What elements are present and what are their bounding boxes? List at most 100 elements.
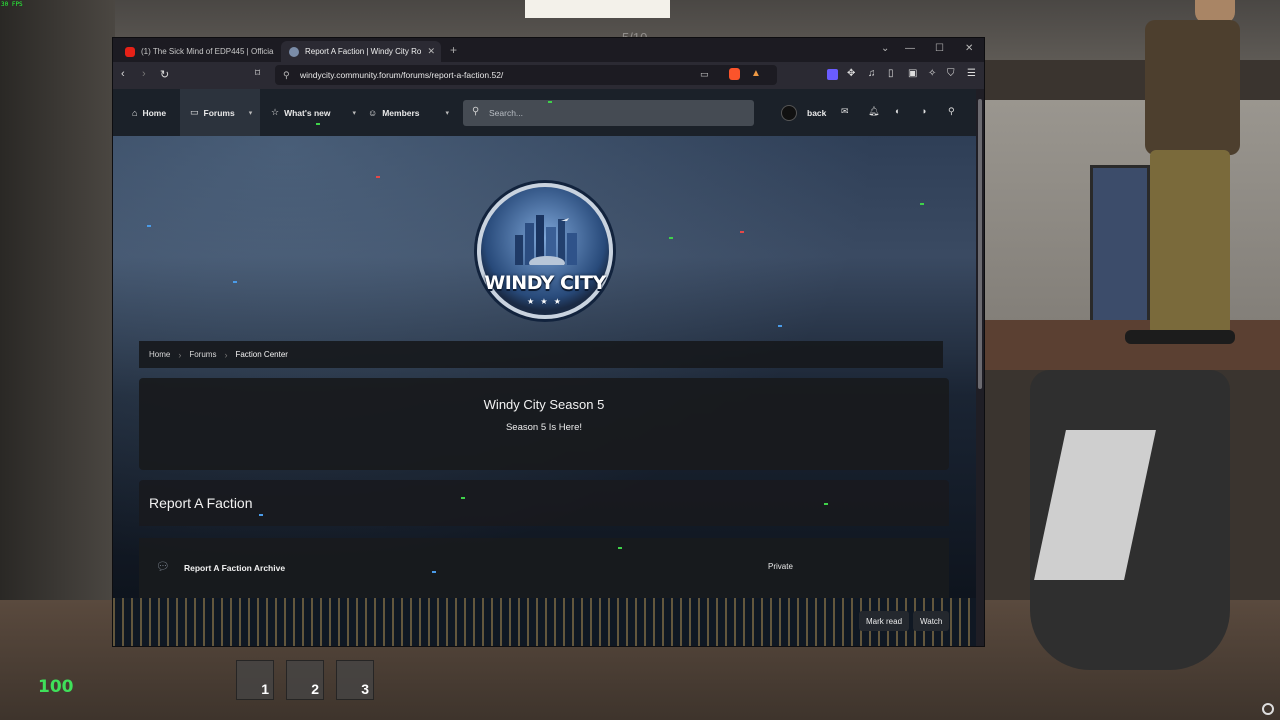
confetti (669, 237, 673, 239)
close-window-button[interactable]: ✕ (965, 43, 973, 54)
chevron-down-icon[interactable]: ▾ (249, 109, 253, 117)
settings-icon[interactable] (1262, 703, 1274, 715)
confetti (259, 514, 263, 516)
home-icon: ⌂ (132, 107, 138, 118)
hotbar-slot-number: 1 (261, 681, 269, 697)
forward-icon[interactable]: › (142, 68, 146, 80)
avatar (781, 104, 797, 121)
chevron-down-icon[interactable]: ▾ (446, 109, 450, 117)
confetti (778, 325, 782, 327)
search-icon[interactable]: ⚲ (948, 106, 955, 117)
search-icon: ⚲ (472, 106, 480, 117)
confetti (618, 547, 622, 549)
tab-youtube[interactable]: (1) The Sick Mind of EDP445 | Officia (117, 41, 277, 62)
brave-shields-icon[interactable] (729, 68, 740, 80)
nav-forums[interactable]: ▭ Forums ▾ (180, 89, 260, 136)
minimize-button[interactable]: — (905, 43, 915, 54)
new-tab-button[interactable]: + (450, 43, 457, 57)
maximize-button[interactable]: ☐ (935, 43, 944, 54)
nav-members-label: Members (382, 107, 420, 118)
breadcrumb-separator: › (178, 349, 182, 360)
page-scrollbar[interactable] (976, 89, 984, 646)
logo-stars: ★ ★ ★ (527, 297, 563, 306)
hotbar-slot-number: 2 (311, 681, 319, 697)
npc-legs (1150, 150, 1230, 335)
confetti (316, 123, 320, 125)
hotbar-slot-3[interactable]: 3 (336, 660, 374, 700)
scrollbar-thumb[interactable] (978, 99, 982, 389)
season-notice: Windy City Season 5 Season 5 Is Here! (139, 378, 949, 470)
confetti (461, 497, 465, 499)
chevron-down-icon[interactable]: ▾ (353, 109, 357, 117)
user-icon: ☺ (368, 107, 378, 118)
comments-icon: ▭ (190, 107, 199, 117)
city-lights (113, 598, 978, 646)
comments-icon: 💬︎ (156, 561, 170, 573)
page-title: Report A Faction (149, 495, 253, 511)
watch-button[interactable]: Watch (913, 611, 950, 631)
confetti (233, 281, 237, 283)
extensions-puzzle-icon[interactable]: ✥ (847, 68, 855, 79)
extension-icon[interactable] (827, 69, 838, 80)
subforum-row[interactable]: 💬︎ Report A Faction Archive Private (139, 538, 949, 598)
bookmark-icon[interactable]: ⌑ (255, 68, 260, 79)
subforum-status: Private (768, 562, 793, 571)
tab-title: (1) The Sick Mind of EDP445 | Officia (141, 47, 274, 56)
breadcrumb-forums[interactable]: Forums (189, 350, 216, 359)
breadcrumb: Home › Forums › Faction Center (139, 341, 943, 368)
url-text: windycity.community.forum/forums/report-… (300, 70, 504, 80)
youtube-icon (125, 46, 135, 57)
style-toggle-icon[interactable]: ◐ (895, 106, 900, 116)
user-menu[interactable]: back (781, 89, 826, 136)
nav-whats-new-label: What's new (284, 107, 331, 118)
media-icon[interactable]: ♫ (868, 68, 876, 79)
search-placeholder: Search... (489, 108, 524, 118)
nav-whats-new[interactable]: ☆ What's new ▾ (271, 89, 356, 136)
npc-torso (1145, 20, 1240, 155)
reload-icon[interactable]: ↻ (160, 68, 169, 81)
bell-icon[interactable]: 🔔︎ (868, 106, 879, 117)
confetti (548, 101, 552, 103)
breadcrumb-faction-center[interactable]: Faction Center (235, 350, 287, 359)
confetti (376, 176, 380, 178)
menu-icon[interactable]: ☰ (967, 68, 976, 79)
tab-list-chevron-icon[interactable]: ⌄ (881, 43, 889, 54)
cast-icon[interactable]: ▭ (700, 69, 709, 80)
confetti (740, 231, 744, 233)
breadcrumb-home[interactable]: Home (149, 350, 170, 359)
brave-rewards-icon[interactable]: ▲ (751, 68, 761, 79)
browser-window: (1) The Sick Mind of EDP445 | Officia Re… (112, 37, 985, 647)
confetti (147, 225, 151, 227)
inbox-icon[interactable]: ✉ (841, 106, 849, 117)
forum-nav-bar: ⌂ Home ▭ Forums ▾ ☆ What's new ▾ ☺ Membe… (113, 89, 978, 136)
vpn-icon[interactable]: ⛉ (947, 68, 955, 79)
windy-city-logo[interactable]: WINDY CITY ★ ★ ★ (477, 183, 613, 319)
mark-read-button[interactable]: Mark read (859, 611, 910, 631)
navigation-bar: ‹ › ↻ ⌑ ⚲ windycity.community.forum/foru… (113, 62, 984, 89)
nav-members[interactable]: ☺ Members ▾ (368, 89, 449, 136)
hotbar-slot-2[interactable]: 2 (286, 660, 324, 700)
nav-home-label: Home (142, 107, 167, 118)
health-value: 100 (38, 677, 74, 697)
nav-forums-label: Forums (203, 107, 235, 118)
door (1090, 165, 1150, 330)
hotbar-slot-number: 3 (361, 681, 369, 697)
username: back (807, 107, 827, 118)
hotbar-slot-1[interactable]: 1 (236, 660, 274, 700)
sidebar-icon[interactable]: ▯ (888, 68, 894, 79)
theme-icon[interactable]: ◑ (921, 106, 926, 116)
wallet-icon[interactable]: ▣ (908, 68, 917, 79)
confetti (432, 571, 436, 573)
address-bar[interactable]: ⚲ windycity.community.forum/forums/repor… (275, 65, 777, 85)
subforum-title[interactable]: Report A Faction Archive (184, 563, 285, 573)
close-tab-icon[interactable]: ✕ (427, 46, 435, 57)
nav-home[interactable]: ⌂ Home (132, 89, 166, 136)
back-icon[interactable]: ‹ (121, 68, 125, 80)
search-input[interactable]: ⚲ Search... (463, 100, 754, 126)
leo-ai-icon[interactable]: ✧ (928, 68, 936, 79)
breadcrumb-separator: › (224, 349, 228, 360)
confetti (920, 203, 924, 205)
site-info-icon[interactable]: ⚲ (283, 70, 290, 81)
logo-text: WINDY CITY (484, 272, 606, 294)
tab-report-a-faction[interactable]: Report A Faction | Windy City Ro ✕ (281, 41, 441, 62)
